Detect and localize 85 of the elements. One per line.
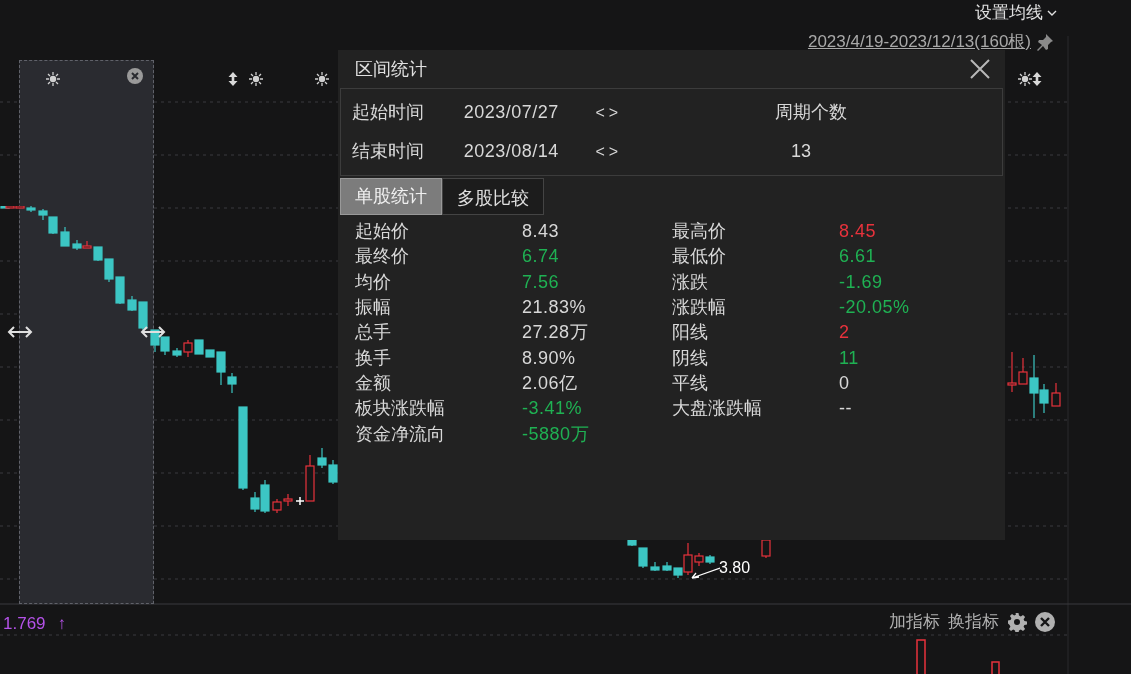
stat-label: 最终价 <box>355 245 410 269</box>
next-button[interactable]: > <box>606 139 621 164</box>
candle <box>72 239 82 251</box>
stat-label: 振幅 <box>355 296 392 320</box>
period-count: 13 <box>791 140 813 163</box>
stat-value: -20.05% <box>839 296 910 320</box>
dialog-title: 区间统计 <box>355 57 427 81</box>
up-down-arrow-icon[interactable] <box>1032 72 1042 86</box>
resize-handle-icon[interactable] <box>7 324 33 340</box>
stat-label: 最低价 <box>672 245 727 269</box>
indicator-value: 1.769 <box>3 613 46 635</box>
candle <box>283 493 293 507</box>
field-label: 周期个数 <box>775 101 848 124</box>
up-down-arrow-icon[interactable] <box>228 72 238 86</box>
date-value[interactable]: 2023/08/14 <box>463 138 594 165</box>
candle <box>317 447 327 469</box>
stat-label: 平线 <box>672 371 709 395</box>
stat-value: 8.43 <box>522 220 560 244</box>
stat-value: 8.45 <box>839 220 877 244</box>
volume-bar <box>991 661 1000 674</box>
ma-setting-dropdown[interactable]: 设置均线 <box>975 0 1057 26</box>
candle <box>150 329 160 353</box>
arrow-glyph: ↑ <box>57 613 67 635</box>
sun-icon[interactable] <box>249 72 263 86</box>
stat-label: 阴线 <box>672 346 709 370</box>
stat-value: 6.74 <box>522 245 560 269</box>
stat-label: 均价 <box>355 270 392 294</box>
candle <box>761 539 771 559</box>
stat-value: -1.69 <box>839 270 883 294</box>
close-icon[interactable] <box>1035 611 1055 632</box>
stat-label: 金额 <box>355 371 392 395</box>
pin-icon[interactable] <box>1035 31 1055 52</box>
leader-line <box>690 566 720 580</box>
volume-bar <box>916 639 926 674</box>
candle <box>705 554 715 565</box>
candle <box>160 336 170 356</box>
settings-icon[interactable] <box>1007 611 1027 632</box>
stat-label: 起始价 <box>355 220 410 244</box>
stat-label: 换手 <box>355 346 392 370</box>
date-value[interactable]: 2023/07/27 <box>463 99 594 126</box>
resize-handle-icon[interactable] <box>140 324 166 340</box>
stat-label: 大盘涨跌幅 <box>672 397 763 421</box>
stat-value: 2 <box>839 321 850 345</box>
tab[interactable]: 单股统计 <box>340 178 442 215</box>
sun-icon[interactable] <box>1018 72 1032 86</box>
switch-indicator-button[interactable]: 换指标 <box>948 609 999 635</box>
next-button[interactable]: > <box>606 100 621 125</box>
stat-value: 2.06亿 <box>522 371 578 395</box>
tab[interactable]: 多股比较 <box>442 178 544 215</box>
candle <box>662 561 672 572</box>
stat-value: 0 <box>839 371 850 395</box>
candle <box>650 561 660 572</box>
stat-value: 7.56 <box>522 270 560 294</box>
previous-button[interactable]: < <box>593 100 607 125</box>
field-label: 起始时间 <box>352 101 425 124</box>
add-indicator-button[interactable]: 加指标 <box>889 609 940 635</box>
stat-label: 最高价 <box>672 220 727 244</box>
candle <box>328 459 338 485</box>
field-label: 结束时间 <box>352 140 425 163</box>
stat-label: 涨跌幅 <box>672 296 727 320</box>
candle <box>60 226 70 247</box>
stat-value: 8.90% <box>522 346 576 370</box>
stat-value: -5880万 <box>522 422 590 446</box>
selection-range[interactable] <box>19 60 154 604</box>
sun-icon[interactable] <box>315 72 329 86</box>
stat-value: -- <box>839 397 852 421</box>
stat-value: 6.61 <box>839 245 877 269</box>
close-icon[interactable] <box>969 58 991 80</box>
stat-value: -3.41% <box>522 397 583 421</box>
caret-icon <box>1047 9 1057 16</box>
stat-label: 阳线 <box>672 321 709 345</box>
stat-label: 总手 <box>355 321 392 345</box>
price-label: 3.80 <box>719 558 751 578</box>
candle <box>115 276 125 305</box>
sun-icon[interactable] <box>46 72 60 86</box>
stat-value: 27.28万 <box>522 321 589 345</box>
previous-button[interactable]: < <box>593 139 607 164</box>
stat-label: 涨跌 <box>672 270 709 294</box>
close-icon[interactable] <box>127 68 143 84</box>
candle <box>1051 382 1061 407</box>
stat-value: 21.83% <box>522 296 587 320</box>
candle <box>272 498 282 514</box>
stat-label: 板块涨跌幅 <box>355 397 446 421</box>
stat-value: 11 <box>839 346 859 370</box>
stat-label: 资金净流向 <box>355 422 446 446</box>
